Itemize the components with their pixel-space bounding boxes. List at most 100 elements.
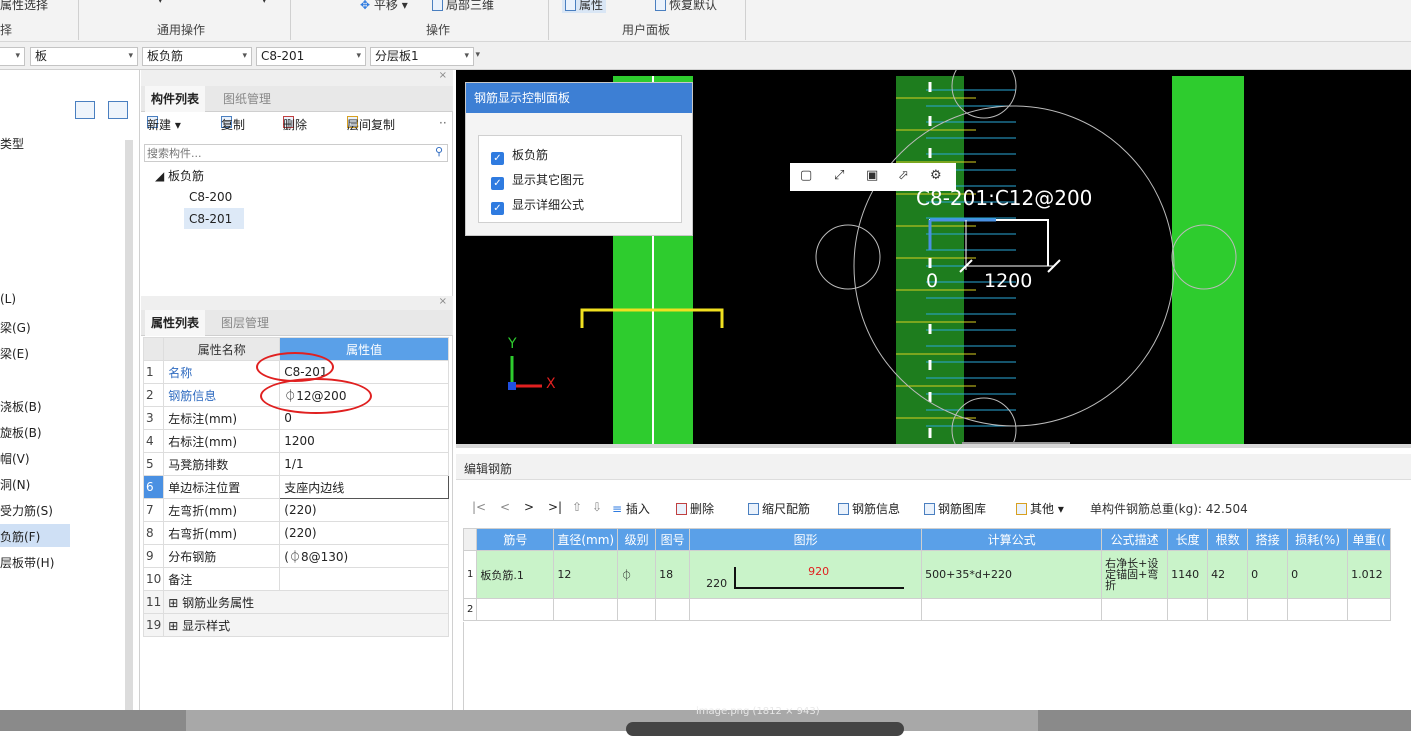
nav-item[interactable]: 帽(V) (0, 450, 30, 467)
cell-empty[interactable] (1101, 598, 1169, 621)
thumbnail-strip[interactable] (626, 722, 904, 736)
table-row[interactable]: 2 (462, 598, 1392, 621)
tab-drawing-management[interactable]: 图纸管理 (217, 86, 277, 112)
save-icon[interactable]: ▣ (866, 168, 878, 183)
table-row[interactable]: 1 板负筋.1 12 ⏀ 18 220 920 500+35*d+220 右净长… (462, 550, 1392, 599)
fullscreen-icon[interactable]: ⤢ (834, 168, 844, 183)
nav-item[interactable]: 浇板(B) (0, 398, 42, 415)
nav-item[interactable]: (L) (0, 292, 16, 306)
tab-component-list[interactable]: 构件列表 (145, 86, 206, 112)
nav-item[interactable]: 层板带(H) (0, 554, 54, 571)
cell-empty[interactable] (553, 598, 619, 621)
property-value[interactable]: 支座内边线 (279, 475, 449, 499)
close-icon[interactable]: × (439, 70, 447, 81)
dropdown-arrow[interactable]: ▾ (158, 0, 163, 6)
nav-item[interactable]: 旋板(B) (0, 424, 42, 441)
cell-empty[interactable] (1347, 598, 1392, 621)
property-value[interactable]: (220) (279, 498, 449, 522)
tree-item[interactable]: C8-200 (189, 190, 232, 204)
component-combo[interactable]: C8-201 ▾ (256, 47, 366, 66)
cell-empty[interactable] (476, 598, 555, 621)
cell-empty[interactable] (1287, 598, 1349, 621)
element-combo[interactable]: 板负筋 ▾ (142, 47, 252, 66)
fit-icon[interactable]: ▢ (800, 168, 812, 183)
checkbox-show-other[interactable]: ✓ 显示其它图元 (491, 171, 584, 190)
property-group-name[interactable]: ⊞ 显示样式 (163, 613, 449, 637)
table-row-group[interactable]: 19 ⊞ 显示样式 (142, 613, 449, 637)
list-view-icon[interactable] (75, 101, 95, 119)
attribute-select-button[interactable]: 属性选择 (0, 0, 48, 13)
tab-layer-management[interactable]: 图层管理 (215, 310, 275, 336)
cell-diameter[interactable]: 12 (553, 550, 619, 599)
cell-lap[interactable]: 0 (1247, 550, 1289, 599)
delete-row-button[interactable]: 删除 (676, 500, 714, 517)
table-row-group[interactable]: 11 ⊞ 钢筋业务属性 (142, 590, 449, 614)
property-value[interactable]: 1200 (279, 429, 449, 453)
next-button[interactable]: > (524, 500, 534, 514)
table-row[interactable]: 9 分布钢筋 (⏀8@130) (142, 544, 449, 568)
scrollbar[interactable] (125, 140, 133, 710)
tab-property-list[interactable]: 属性列表 (145, 310, 206, 336)
grid-view-icon[interactable] (108, 101, 128, 119)
more-button[interactable]: ·· (439, 116, 447, 130)
cell-grade[interactable]: ⏀ (617, 550, 657, 599)
cell-length[interactable]: 1140 (1167, 550, 1209, 599)
nav-item-negative-rebar[interactable]: 负筋(F) (0, 528, 40, 545)
table-row[interactable]: 10 备注 (142, 567, 449, 591)
cell-empty[interactable] (1207, 598, 1249, 621)
property-value[interactable] (279, 567, 449, 591)
category-combo[interactable]: ▾ (0, 47, 25, 66)
layer-combo[interactable]: 分层板1 ▾ (370, 47, 474, 66)
search-icon[interactable]: ⚲ (435, 145, 443, 158)
property-value[interactable]: 1/1 (279, 452, 449, 476)
type-combo[interactable]: 板 ▾ (30, 47, 138, 66)
search-box[interactable]: ⚲ (144, 144, 448, 162)
cell-formula[interactable]: 500+35*d+220 (921, 550, 1103, 599)
cell-empty[interactable] (1167, 598, 1209, 621)
close-icon[interactable]: × (439, 296, 447, 307)
restore-default-button[interactable]: 恢复默认 (655, 0, 717, 13)
dropdown-arrow[interactable]: ▾ (262, 0, 267, 6)
table-row[interactable]: 7 左弯折(mm) (220) (142, 498, 449, 522)
cell-unit-weight[interactable]: 1.012 (1347, 550, 1392, 599)
nav-item[interactable]: 梁(G) (0, 319, 31, 336)
rebar-info-button[interactable]: 钢筋信息 (838, 500, 900, 517)
nav-item[interactable]: 类型 (0, 135, 24, 152)
property-value[interactable]: (⏀8@130) (279, 544, 449, 568)
move-down-icon[interactable]: ⇩ (592, 500, 602, 514)
splitter[interactable] (456, 444, 1411, 448)
property-group-name[interactable]: ⊞ 钢筋业务属性 (163, 590, 449, 614)
prev-button[interactable]: < (500, 500, 510, 514)
cell-loss[interactable]: 0 (1287, 550, 1349, 599)
move-up-icon[interactable]: ⇧ (572, 500, 582, 514)
property-value[interactable]: (220) (279, 521, 449, 545)
extra-combo[interactable]: ▾ (474, 47, 484, 66)
nav-item[interactable]: 梁(E) (0, 345, 29, 362)
scale-rebar-button[interactable]: 缩尺配筋 (748, 500, 810, 517)
tree-root[interactable]: ◢ 板负筋 (155, 167, 204, 184)
table-row-selected[interactable]: 6 单边标注位置 支座内边线 (142, 475, 449, 499)
cell-empty[interactable] (1247, 598, 1289, 621)
cell-empty[interactable] (655, 598, 691, 621)
other-button[interactable]: 其他 ▾ (1016, 500, 1064, 517)
table-row[interactable]: 8 右弯折(mm) (220) (142, 521, 449, 545)
cell-empty[interactable] (921, 598, 1103, 621)
cell-empty[interactable] (617, 598, 657, 621)
cell-shape[interactable]: 220 920 (689, 550, 923, 599)
last-button[interactable]: >| (548, 500, 562, 514)
cell-bar-id[interactable]: 板负筋.1 (476, 550, 555, 599)
cell-empty[interactable] (689, 598, 923, 621)
nav-item[interactable]: 洞(N) (0, 476, 30, 493)
cell-figure-no[interactable]: 18 (655, 550, 691, 599)
checkbox-show-formula[interactable]: ✓ 显示详细公式 (491, 196, 584, 215)
local-3d-button[interactable]: 局部三维 (432, 0, 494, 13)
search-input[interactable] (145, 145, 425, 161)
export-icon[interactable]: ⬀ (898, 168, 909, 183)
cell-description[interactable]: 右净长+设定锚固+弯折 (1101, 550, 1169, 599)
settings-icon[interactable]: ⚙ (930, 168, 942, 183)
property-button[interactable]: 属性 (562, 0, 607, 13)
nav-item[interactable]: 受力筋(S) (0, 502, 53, 519)
cell-count[interactable]: 42 (1207, 550, 1249, 599)
first-button[interactable]: |< (472, 500, 486, 514)
tree-item-selected[interactable]: C8-201 (189, 212, 232, 226)
